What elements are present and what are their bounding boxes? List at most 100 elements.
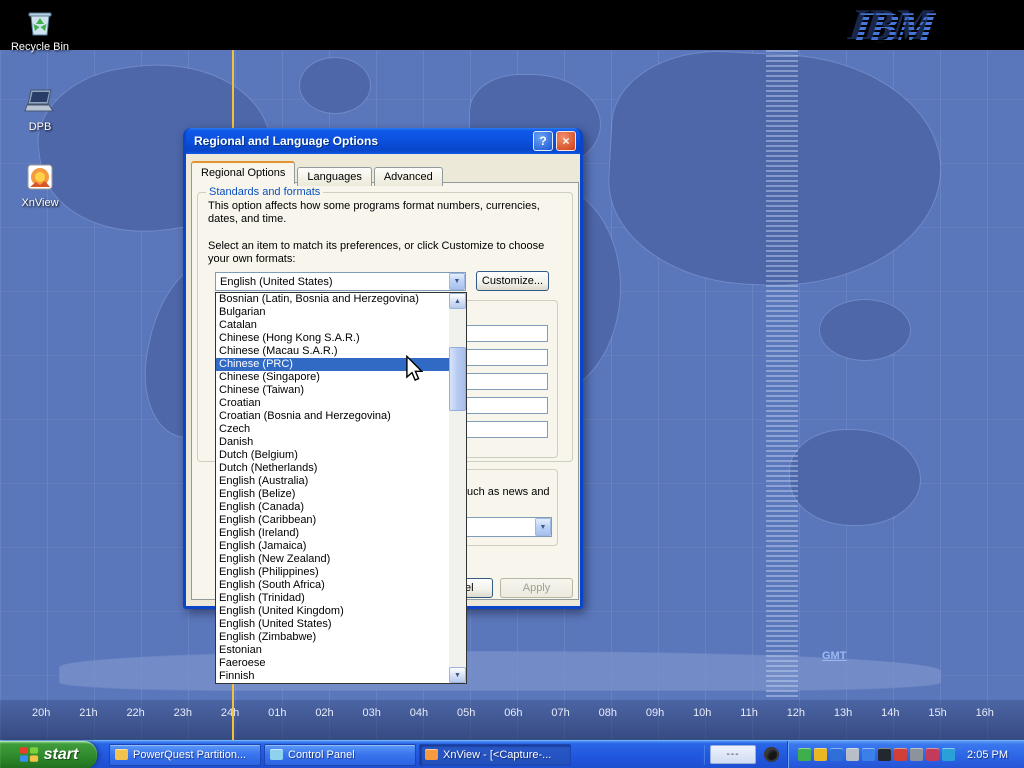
hour-label: 16h [976, 707, 994, 740]
dropdown-option[interactable]: English (Belize) [216, 488, 449, 501]
tray-icon[interactable] [846, 748, 859, 761]
tab[interactable]: Regional Options [191, 161, 295, 184]
laptop-icon [23, 86, 57, 118]
tray-icon[interactable] [894, 748, 907, 761]
dropdown-option[interactable]: Estonian [216, 644, 449, 657]
locale-combobox[interactable]: English (United States) ▼ [215, 272, 466, 291]
window-icon [115, 749, 128, 760]
customize-button[interactable]: Customize... [476, 271, 549, 291]
hour-label: 07h [551, 707, 569, 740]
tray-icon[interactable] [942, 748, 955, 761]
hour-label: 02h [315, 707, 333, 740]
dropdown-option[interactable]: English (United Kingdom) [216, 605, 449, 618]
toolbar-overflow-button[interactable]: --- [710, 745, 756, 764]
dropdown-option[interactable]: Faeroese [216, 657, 449, 670]
taskbar-task-button[interactable]: PowerQuest Partition... [109, 744, 261, 766]
combo-dropdown-arrow-icon[interactable]: ▼ [449, 273, 465, 290]
help-button[interactable]: ? [533, 131, 553, 151]
map-continent [790, 430, 920, 525]
mouse-cursor [405, 355, 423, 387]
close-button[interactable]: × [556, 131, 576, 151]
dropdown-scrollbar[interactable]: ▲ ▼ [449, 293, 466, 683]
select-item-instruction: your own formats: [208, 253, 295, 265]
dropdown-option[interactable]: English (South Africa) [216, 579, 449, 592]
tray-icon[interactable] [910, 748, 923, 761]
taskbar-task-button[interactable]: XnView - [<Capture-... [419, 744, 571, 766]
dropdown-option[interactable]: Bulgarian [216, 306, 449, 319]
dropdown-option[interactable]: Croatian (Bosnia and Herzegovina) [216, 410, 449, 423]
dropdown-option[interactable]: Finnish [216, 670, 449, 683]
dropdown-option[interactable]: English (Zimbabwe) [216, 631, 449, 644]
desktop-icon-label: Recycle Bin [2, 41, 78, 53]
gmt-label: GMT [822, 650, 846, 662]
tray-icon[interactable] [862, 748, 875, 761]
dropdown-option[interactable]: Bosnian (Latin, Bosnia and Herzegovina) [216, 293, 449, 306]
window-titlebar[interactable]: Regional and Language Options ? × [186, 128, 580, 154]
tray-icon[interactable] [878, 748, 891, 761]
hour-label: 24h [221, 707, 239, 740]
tab[interactable]: Advanced [374, 167, 443, 186]
window-title: Regional and Language Options [194, 134, 530, 148]
locale-dropdown-list: Bosnian (Latin, Bosnia and Herzegovina)B… [215, 292, 467, 684]
dropdown-option[interactable]: Danish [216, 436, 449, 449]
map-continent [820, 300, 910, 360]
select-item-instruction: Select an item to match its preferences,… [208, 240, 544, 252]
map-continent [300, 58, 370, 113]
tray-icon[interactable] [814, 748, 827, 761]
tab-strip: Regional OptionsLanguagesAdvanced [191, 161, 445, 184]
tray-icon[interactable] [798, 748, 811, 761]
start-button[interactable]: start [0, 741, 97, 768]
windows-flag-icon [19, 746, 39, 763]
hour-label: 04h [410, 707, 428, 740]
dropdown-option[interactable]: Croatian [216, 397, 449, 410]
window-icon [270, 749, 283, 760]
taskbar-tool-icon[interactable] [764, 747, 779, 762]
standards-description: This option affects how some programs fo… [208, 200, 540, 212]
hour-label: 10h [693, 707, 711, 740]
location-description-fragment: uch as news and [467, 486, 550, 498]
hour-label: 15h [928, 707, 946, 740]
dropdown-option[interactable]: English (New Zealand) [216, 553, 449, 566]
desktop-icon-dpb[interactable]: DPB [2, 86, 78, 133]
clock: 2:05 PM [967, 749, 1008, 761]
dropdown-option[interactable]: English (Ireland) [216, 527, 449, 540]
tab[interactable]: Languages [297, 167, 371, 186]
dropdown-option[interactable]: English (Philippines) [216, 566, 449, 579]
hour-label: 01h [268, 707, 286, 740]
hour-label: 22h [126, 707, 144, 740]
dropdown-option[interactable]: Czech [216, 423, 449, 436]
combo-dropdown-arrow-icon[interactable]: ▼ [535, 518, 551, 536]
locale-combobox-value: English (United States) [216, 276, 449, 288]
dropdown-option[interactable]: English (United States) [216, 618, 449, 631]
taskbar: start PowerQuest Partition... Control Pa… [0, 740, 1024, 768]
taskbar-task-button[interactable]: Control Panel [264, 744, 416, 766]
tray-icon[interactable] [926, 748, 939, 761]
desktop-icon-label: DPB [2, 121, 78, 133]
hour-label: 03h [363, 707, 381, 740]
hour-label: 06h [504, 707, 522, 740]
tray-icon[interactable] [830, 748, 843, 761]
hour-label: 12h [787, 707, 805, 740]
dropdown-option[interactable]: Dutch (Netherlands) [216, 462, 449, 475]
group-title: Standards and formats [206, 186, 323, 198]
dropdown-option[interactable]: Dutch (Belgium) [216, 449, 449, 462]
hour-label: 14h [881, 707, 899, 740]
desktop-icon-recycle-bin[interactable]: Recycle Bin [2, 6, 78, 53]
dropdown-option[interactable]: English (Trinidad) [216, 592, 449, 605]
scrollbar-thumb[interactable] [449, 347, 466, 411]
xnview-icon [23, 162, 57, 194]
dropdown-option[interactable]: Catalan [216, 319, 449, 332]
desktop-icon-xnview[interactable]: XnView [2, 162, 78, 209]
hour-label-band: 20h21h22h23h24h01h02h03h04h05h06h07h08h0… [0, 700, 1024, 740]
dropdown-option[interactable]: English (Caribbean) [216, 514, 449, 527]
dropdown-option[interactable]: Chinese (Hong Kong S.A.R.) [216, 332, 449, 345]
hour-label: 11h [740, 707, 758, 740]
scrollbar-track[interactable] [449, 309, 466, 667]
apply-button: Apply [500, 578, 573, 598]
dropdown-option[interactable]: English (Canada) [216, 501, 449, 514]
dropdown-option[interactable]: English (Australia) [216, 475, 449, 488]
hour-label: 21h [79, 707, 97, 740]
scroll-up-button[interactable]: ▲ [449, 293, 466, 309]
scroll-down-button[interactable]: ▼ [449, 667, 466, 683]
dropdown-option[interactable]: English (Jamaica) [216, 540, 449, 553]
